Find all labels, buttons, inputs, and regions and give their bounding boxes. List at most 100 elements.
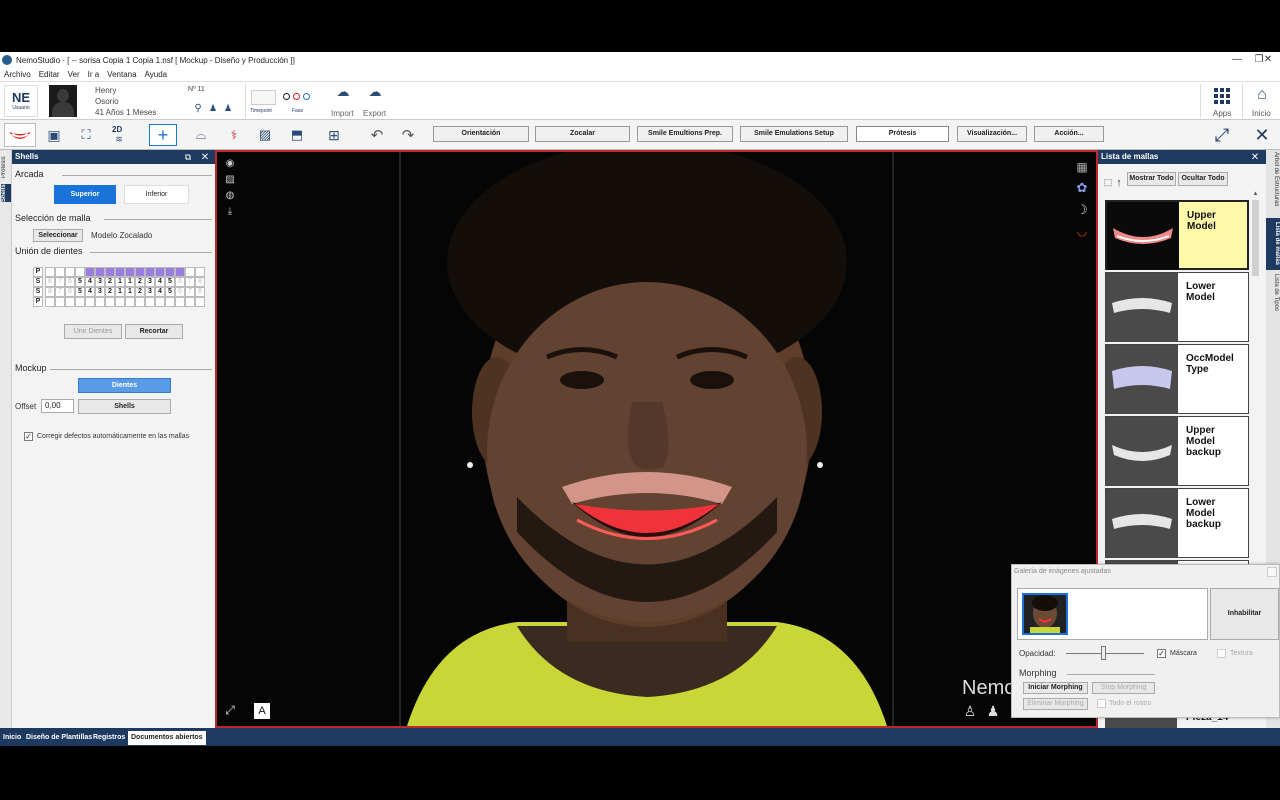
tooth-cell[interactable]: 5 — [165, 287, 175, 297]
tooth-cell[interactable]: 3 — [95, 277, 105, 287]
tooth-cell[interactable]: 1 — [115, 277, 125, 287]
menu-ver[interactable]: Ver — [68, 70, 80, 79]
vtab-shells[interactable]: Shells — [1, 184, 11, 202]
select-all-icon[interactable]: ⬚ — [1102, 176, 1114, 188]
sort-up-icon[interactable]: ↑ — [1114, 176, 1124, 190]
tooth-cell[interactable]: 2 — [105, 287, 115, 297]
home-icon[interactable]: ⌂ — [1253, 86, 1271, 104]
vtab-lista-tipos[interactable]: Lista de Tipos — [1267, 274, 1279, 318]
tooth-cell[interactable]: 8 — [195, 287, 205, 297]
tooth-cell[interactable]: 1 — [115, 287, 125, 297]
tooth-cell[interactable] — [75, 297, 85, 307]
smile-emultions-prep-button[interactable]: Smile Emultions Prep. — [637, 126, 733, 142]
mesh-item-lower-model[interactable]: Lower Model — [1105, 272, 1249, 342]
mostrar-todo-button[interactable]: Mostrar Todo — [1127, 172, 1176, 186]
tooth-cell[interactable] — [165, 297, 175, 307]
inicio-label[interactable]: Inicio — [1252, 109, 1271, 118]
tooth-cell[interactable]: 2 — [105, 277, 115, 287]
search-patient-icon[interactable]: ⚲ — [192, 102, 204, 114]
close-panel-icon[interactable]: ✕ — [199, 151, 211, 163]
tooth-cell[interactable] — [45, 297, 55, 307]
tooth-cell[interactable]: 4 — [85, 277, 95, 287]
apps-label[interactable]: Apps — [1213, 109, 1231, 118]
tooth-cell[interactable] — [45, 267, 55, 277]
smile-mode-button[interactable] — [4, 123, 36, 147]
skull-3d-icon[interactable]: ✿ — [1074, 180, 1090, 196]
download-icon[interactable]: ⤓ — [224, 205, 236, 217]
timepoint-box[interactable] — [251, 90, 276, 105]
mesh-list-scrollbar[interactable] — [1252, 200, 1259, 276]
fase-selector[interactable] — [283, 93, 310, 100]
arch-icon[interactable]: ⌓ — [190, 126, 212, 144]
export-icon[interactable]: ☁ — [366, 84, 384, 99]
tab-registros[interactable]: Registros — [90, 731, 128, 745]
vtab-protesis[interactable]: Prótesis — [1, 152, 11, 182]
close-window-button[interactable]: ✕ — [1256, 52, 1280, 68]
tooth-cell[interactable]: 7 — [185, 287, 195, 297]
stop-morphing-button[interactable]: Stop Morphing — [1092, 682, 1155, 694]
tooth-cell[interactable] — [95, 297, 105, 307]
tooth-cell[interactable] — [195, 267, 205, 277]
tooth-cell[interactable]: 5 — [75, 287, 85, 297]
inferior-button[interactable]: Inferior — [124, 185, 189, 204]
superior-button[interactable]: Superior — [54, 185, 116, 204]
tooth-cell[interactable]: 4 — [155, 277, 165, 287]
opacity-slider-thumb[interactable] — [1101, 646, 1107, 660]
scroll-up-icon[interactable]: ▲ — [1252, 190, 1259, 198]
tooth-cell[interactable] — [105, 297, 115, 307]
layout-grid-icon[interactable]: ⊞ — [323, 126, 345, 144]
tooth-cell[interactable]: 6 — [175, 287, 185, 297]
protesis-button[interactable]: Prótesis — [856, 126, 949, 142]
tab-inicio[interactable]: Inicio — [0, 731, 24, 745]
tooth-cell[interactable] — [75, 267, 85, 277]
tooth-cell[interactable]: 6 — [175, 277, 185, 287]
tooth-cell[interactable]: 8 — [195, 277, 205, 287]
vtab-arbol[interactable]: Árbol de Estructuras — [1267, 152, 1279, 212]
text-mode-button[interactable]: A — [254, 703, 270, 719]
tooth-cell[interactable]: 4 — [85, 287, 95, 297]
tooth-cell[interactable] — [185, 297, 195, 307]
menu-ayuda[interactable]: Ayuda — [145, 70, 168, 79]
close-module-icon[interactable]: ✕ — [1252, 125, 1272, 145]
tooth-cell[interactable] — [105, 267, 115, 277]
tooth-cell[interactable]: 7 — [55, 277, 65, 287]
tooth-cell[interactable] — [145, 297, 155, 307]
tooth-row-lower[interactable]: 8765432112345678 — [45, 287, 205, 297]
head-front-icon[interactable]: ♟ — [985, 702, 1001, 720]
todo-rostro-checkbox[interactable] — [1097, 699, 1106, 708]
expand-icon[interactable]: ⤢ — [1212, 125, 1232, 145]
tooth-cell[interactable]: 3 — [145, 287, 155, 297]
visualizacion-button[interactable]: Visualización... — [957, 126, 1027, 142]
tooth-cell[interactable] — [175, 267, 185, 277]
tooth-cell[interactable]: 3 — [145, 277, 155, 287]
tooth-cell[interactable] — [65, 297, 75, 307]
tooth-cell[interactable]: 8 — [45, 287, 55, 297]
auto-correct-checkbox[interactable]: ✓ — [24, 432, 33, 441]
tooth-cell[interactable] — [115, 297, 125, 307]
mesh-item-lower-model-backup[interactable]: Lower Model backup — [1105, 488, 1249, 558]
tooth-cell[interactable] — [135, 297, 145, 307]
user-badge[interactable]: NE Usuario — [4, 85, 38, 117]
tooth-cell[interactable]: 5 — [165, 277, 175, 287]
tooth-cell[interactable] — [65, 267, 75, 277]
add-patient-icon[interactable]: ♟ — [207, 102, 219, 114]
tooth-cell[interactable] — [155, 297, 165, 307]
tooth-cell[interactable] — [125, 297, 135, 307]
tooth-cell[interactable]: 3 — [95, 287, 105, 297]
image-icon[interactable]: ▨ — [256, 126, 274, 144]
import-icon[interactable]: ☁ — [334, 84, 352, 99]
profile-icon[interactable]: ☽ — [1074, 202, 1090, 218]
fullscreen-icon[interactable]: ⤢ — [223, 703, 237, 717]
mesh-item-upper-model[interactable]: Upper Model — [1105, 200, 1249, 270]
mascara-checkbox[interactable]: ✓ — [1157, 649, 1166, 658]
import-label[interactable]: Import — [331, 109, 354, 118]
tooth-cell[interactable]: 7 — [55, 287, 65, 297]
save-icon[interactable]: ▣ — [46, 127, 62, 143]
tooth-row-upper[interactable]: 8765432112345678 — [45, 277, 205, 287]
globe-icon[interactable]: ◍ — [224, 189, 236, 201]
tooth-cell[interactable]: 1 — [125, 287, 135, 297]
tooth-cell[interactable]: 2 — [135, 287, 145, 297]
mesh-item-occmodel-type[interactable]: OccModel Type — [1105, 344, 1249, 414]
menu-ventana[interactable]: Ventana — [107, 70, 136, 79]
tooth-cell[interactable] — [155, 267, 165, 277]
